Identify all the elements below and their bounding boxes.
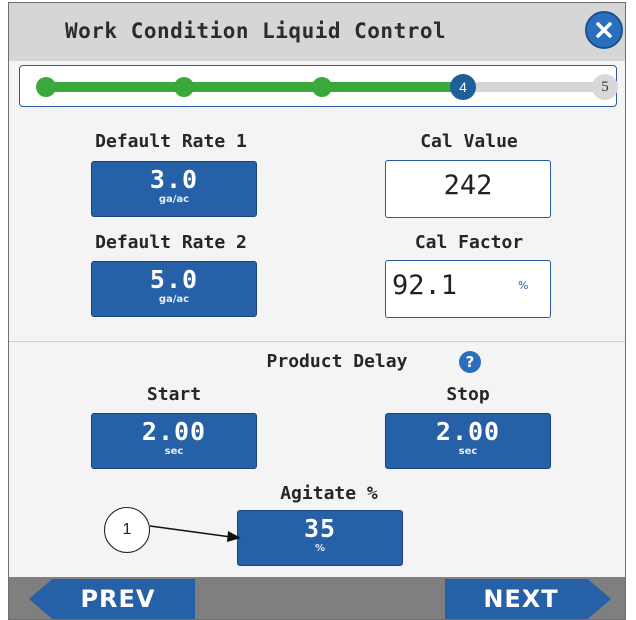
callout-number: 1: [104, 507, 150, 553]
callout-arrow: [149, 525, 241, 542]
next-button[interactable]: NEXT: [445, 579, 611, 619]
prev-button[interactable]: PREV: [29, 579, 195, 619]
work-condition-liquid-control-screen: Work Condition Liquid Control 4 5 Defaul…: [8, 2, 626, 620]
